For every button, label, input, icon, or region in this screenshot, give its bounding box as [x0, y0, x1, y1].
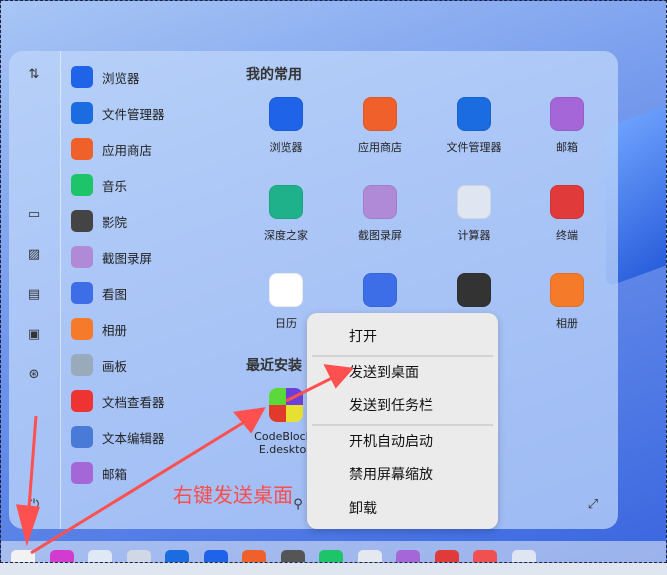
- annotation-arrows: [16, 364, 355, 555]
- desktop: ⇅ ▭ ▨ ▤ ▣ ⊛ ⏻ 浏览器 文件管理器 应用商店 音乐 影院 截图录屏 看图 相册 画板…: [0, 0, 667, 563]
